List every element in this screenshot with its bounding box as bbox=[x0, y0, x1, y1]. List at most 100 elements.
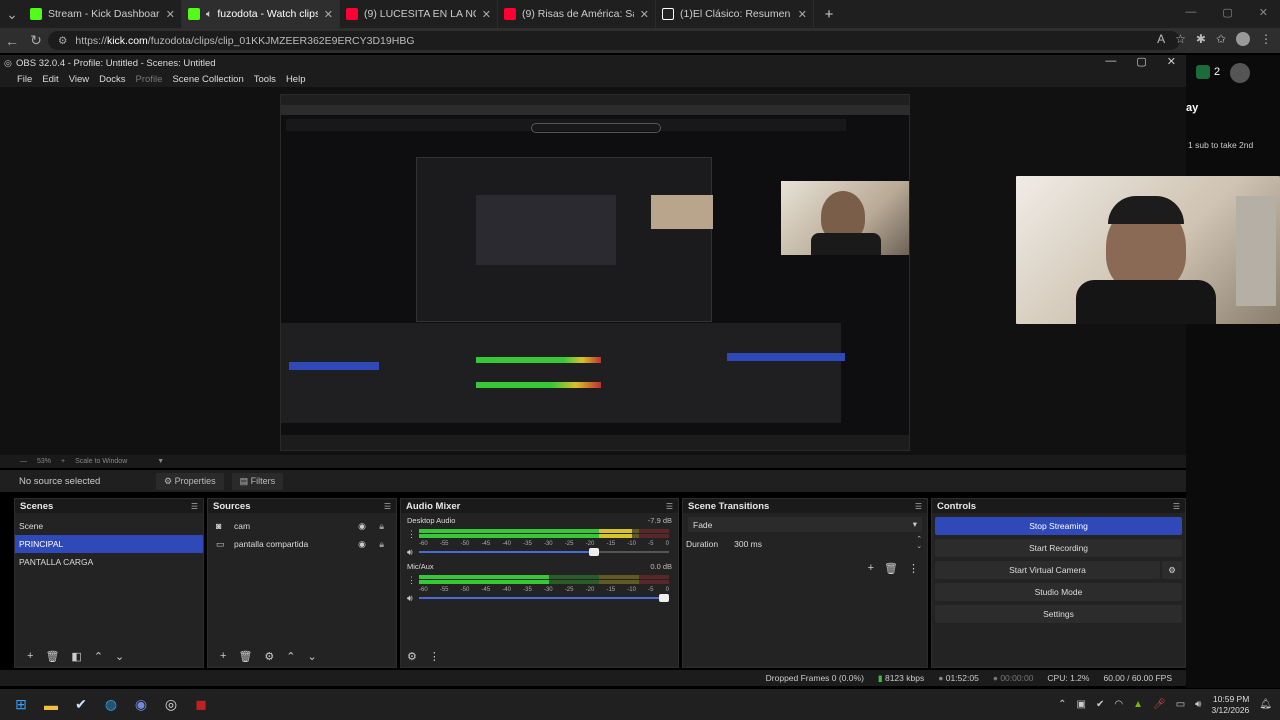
close-tab-icon[interactable]: ✕ bbox=[482, 8, 491, 21]
spin-arrows-icon[interactable]: ⌃ ⌄ bbox=[916, 536, 922, 550]
notification-bell-icon[interactable]: 🔔︎ bbox=[1259, 699, 1272, 710]
remove-transition-icon[interactable]: 🗑︎ bbox=[884, 562, 898, 575]
move-up-icon[interactable]: ⌃ bbox=[94, 650, 103, 663]
virtual-camera-settings-gear-icon[interactable]: ⚙︎ bbox=[1162, 561, 1182, 579]
tray-volume-icon[interactable]: 🔊︎ bbox=[1195, 699, 1201, 710]
slider-knob[interactable] bbox=[659, 594, 669, 602]
mixer-menu-icon[interactable]: ⋮ bbox=[429, 650, 440, 663]
slider-knob[interactable] bbox=[589, 548, 599, 556]
add-transition-icon[interactable]: + bbox=[868, 562, 874, 575]
filters-button[interactable]: ▤ Filters bbox=[231, 472, 284, 490]
close-tab-icon[interactable]: ✕ bbox=[798, 8, 807, 21]
profile-avatar-icon[interactable] bbox=[1236, 32, 1250, 46]
minimize-window-icon[interactable]: — bbox=[1185, 6, 1196, 19]
mute-speaker-icon[interactable]: 🔊︎ bbox=[407, 547, 413, 558]
close-window-icon[interactable]: ✕ bbox=[1259, 6, 1268, 19]
obs-close-icon[interactable]: ✕ bbox=[1167, 55, 1176, 68]
menu-view[interactable]: View bbox=[69, 74, 89, 85]
advanced-audio-icon[interactable]: ⚙︎ bbox=[407, 650, 417, 663]
browser-tab-lucesita[interactable]: (9) LUCESITA EN LA NOCHE ES M ✕ bbox=[340, 0, 498, 28]
back-arrow-icon[interactable]: ← bbox=[0, 33, 24, 49]
dock-menu-icon[interactable]: ☰ bbox=[666, 502, 673, 511]
tab-list-chevron-icon[interactable]: ⌄ bbox=[0, 6, 24, 23]
close-tab-icon[interactable]: ✕ bbox=[324, 8, 333, 21]
tray-mic-icon[interactable]: 🎤︎ bbox=[1153, 699, 1166, 710]
tray-wifi-icon[interactable]: ◠ bbox=[1114, 699, 1123, 710]
visibility-eye-icon[interactable]: ◉ bbox=[358, 521, 366, 532]
tray-app-icon[interactable]: ▣ bbox=[1077, 699, 1086, 710]
duration-spinbox[interactable]: 300 ms ⌃ ⌄ bbox=[726, 536, 927, 551]
transition-select[interactable]: Fade ▾ bbox=[688, 517, 922, 532]
remove-source-icon[interactable]: 🗑︎ bbox=[238, 650, 252, 663]
new-tab-icon[interactable]: + bbox=[814, 6, 844, 23]
tray-display-icon[interactable]: ▭ bbox=[1176, 699, 1185, 710]
source-item-cam[interactable]: ◙ cam ◉ 🔒︎ bbox=[208, 517, 396, 535]
start-recording-button[interactable]: Start Recording bbox=[935, 539, 1182, 557]
more-menu-icon[interactable]: ⋮ bbox=[1260, 32, 1272, 46]
close-tab-icon[interactable]: ✕ bbox=[166, 8, 175, 21]
mute-speaker-icon[interactable]: 🔊︎ bbox=[407, 593, 413, 604]
menu-file[interactable]: File bbox=[17, 74, 32, 85]
site-info-icon[interactable]: ⚙︎ bbox=[58, 35, 67, 47]
menu-scene-collection[interactable]: Scene Collection bbox=[172, 74, 243, 85]
favorite-star-icon[interactable]: ☆ bbox=[1175, 32, 1186, 46]
chat-avatar[interactable] bbox=[1230, 63, 1250, 83]
move-down-icon[interactable]: ⌄ bbox=[308, 650, 317, 663]
volume-slider[interactable] bbox=[419, 594, 669, 602]
taskbar-clock[interactable]: 10:59 PM 3/12/2026 bbox=[1211, 694, 1249, 716]
browser-tab-fuzodota-clips[interactable]: 🔈︎ fuzodota - Watch clips on Kic ✕ bbox=[182, 0, 340, 28]
tray-nvidia-icon[interactable]: ▲ bbox=[1133, 699, 1143, 710]
browser-tab-el-clasico[interactable]: (1)El Clásico: Resumen y Memes M ✕ bbox=[656, 0, 814, 28]
zoom-out-icon[interactable]: — bbox=[20, 458, 27, 465]
dota-icon[interactable]: ◼ bbox=[186, 690, 216, 720]
studio-mode-button[interactable]: Studio Mode bbox=[935, 583, 1182, 601]
extensions-icon[interactable]: ✱ bbox=[1196, 32, 1206, 46]
maximize-window-icon[interactable]: ▢ bbox=[1222, 6, 1232, 19]
browser-tab-risas[interactable]: (9) Risas de América: Sábado 7 de ✕ bbox=[498, 0, 656, 28]
start-virtual-camera-button[interactable]: Start Virtual Camera bbox=[935, 561, 1160, 579]
viewer-badge[interactable]: 2 bbox=[1196, 65, 1220, 79]
scene-item-selected[interactable]: PRINCIPAL bbox=[15, 535, 203, 553]
settings-button[interactable]: Settings bbox=[935, 605, 1182, 623]
menu-tools[interactable]: Tools bbox=[254, 74, 276, 85]
scale-to-window-button[interactable]: Scale to Window bbox=[75, 458, 127, 465]
dock-menu-icon[interactable]: ☰ bbox=[1173, 502, 1180, 511]
scene-item[interactable]: Scene bbox=[15, 517, 203, 535]
properties-button[interactable]: ⚙︎ Properties bbox=[156, 472, 224, 490]
browser-tab-kick-dashboard[interactable]: Stream - Kick Dashboard ✕ bbox=[24, 0, 182, 28]
reload-icon[interactable]: ↻ bbox=[24, 32, 48, 49]
scale-dropdown-icon[interactable]: ▼ bbox=[157, 458, 164, 465]
read-aloud-icon[interactable]: A bbox=[1157, 32, 1165, 46]
lock-icon[interactable]: 🔒︎ bbox=[379, 539, 384, 550]
menu-profile[interactable]: Profile bbox=[136, 74, 163, 85]
edge-browser-icon[interactable]: ◍ bbox=[96, 690, 126, 720]
stop-streaming-button[interactable]: Stop Streaming bbox=[935, 517, 1182, 535]
obs-minimize-icon[interactable]: — bbox=[1105, 55, 1116, 68]
menu-docks[interactable]: Docks bbox=[99, 74, 125, 85]
channel-menu-icon[interactable]: ⋮ bbox=[407, 575, 416, 586]
visibility-eye-icon[interactable]: ◉ bbox=[358, 539, 366, 550]
scene-filters-icon[interactable]: ◧ bbox=[71, 650, 81, 663]
dock-menu-icon[interactable]: ☰ bbox=[915, 502, 922, 511]
obs-taskbar-icon[interactable]: ◎ bbox=[156, 690, 186, 720]
close-tab-icon[interactable]: ✕ bbox=[640, 8, 649, 21]
menu-help[interactable]: Help bbox=[286, 74, 306, 85]
tray-steam-icon[interactable]: ✔ bbox=[1096, 699, 1104, 710]
remove-scene-icon[interactable]: 🗑︎ bbox=[45, 650, 59, 663]
url-field[interactable]: ⚙︎ https://kick.com/fuzodota/clips/clip_… bbox=[48, 31, 1180, 50]
dock-menu-icon[interactable]: ☰ bbox=[191, 502, 198, 511]
transition-menu-icon[interactable]: ⋮ bbox=[908, 562, 919, 575]
move-up-icon[interactable]: ⌃ bbox=[286, 650, 295, 663]
favorites-icon[interactable]: ✩ bbox=[1216, 32, 1226, 46]
lock-icon[interactable]: 🔒︎ bbox=[379, 521, 384, 532]
file-explorer-icon[interactable]: ▬ bbox=[36, 690, 66, 720]
steam-icon[interactable]: ✔ bbox=[66, 690, 96, 720]
volume-slider[interactable] bbox=[419, 548, 669, 556]
add-scene-icon[interactable]: + bbox=[27, 650, 33, 662]
source-properties-icon[interactable]: ⚙︎ bbox=[264, 650, 274, 663]
menu-edit[interactable]: Edit bbox=[42, 74, 58, 85]
discord-icon[interactable]: ◉ bbox=[126, 690, 156, 720]
tray-overflow-icon[interactable]: ⌃ bbox=[1058, 699, 1066, 710]
obs-maximize-icon[interactable]: ▢ bbox=[1136, 55, 1146, 68]
windows-start-icon[interactable]: ⊞ bbox=[6, 690, 36, 720]
